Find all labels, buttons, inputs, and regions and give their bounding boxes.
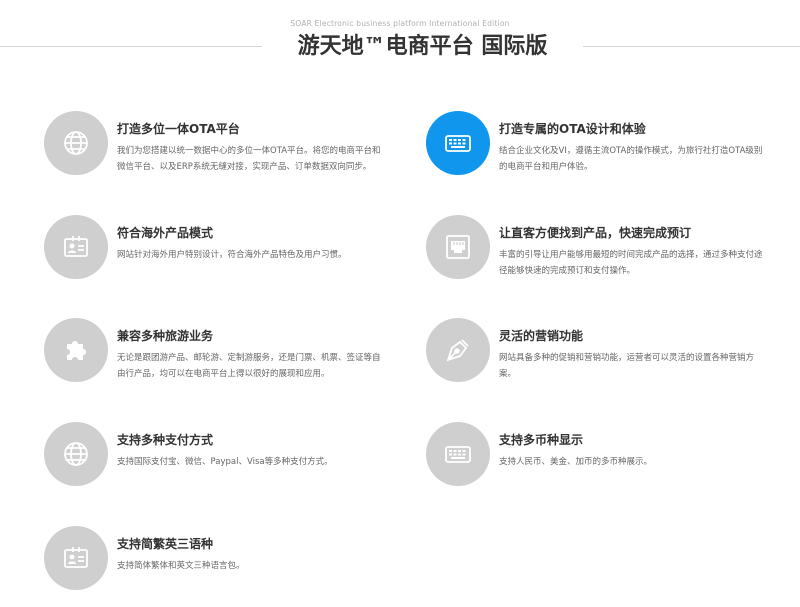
feature-title: 支持多币种显示 [499,433,584,447]
feature-title: 符合海外产品模式 [117,226,214,240]
ethernet-port-icon [426,215,490,279]
feature-desc: 我们为您搭建以统一数据中心的多位一体OTA平台。将您的电商平台和微信平台、以及E… [117,146,381,172]
feature-desc: 支持简体繁体和英文三种语言包。 [117,561,245,571]
feature-desc: 支持人民币、美金、加币的多币种展示。 [499,457,653,467]
globe-icon [44,422,108,486]
feature-title: 打造专属的OTA设计和体验 [499,122,646,136]
id-card-icon [44,526,108,590]
feature-title: 兼容多种旅游业务 [117,329,214,343]
header-title-row: 游天地™电商平台 国际版 [0,34,800,64]
feature-title: 打造多位一体OTA平台 [117,122,240,136]
keyboard-icon [426,111,490,175]
title-divider-right [583,46,800,47]
id-card-icon [44,215,108,279]
pen-nib-icon [426,318,490,382]
feature-title: 支持多种支付方式 [117,433,214,447]
title-divider-left [0,46,262,47]
feature-desc: 结合企业文化及VI，遵循主流OTA的操作模式，为旅行社打造OTA级别的电商平台和… [499,146,763,172]
feature-desc: 无论是跟团游产品、邮轮游、定制游服务，还是门票、机票、签证等自由行产品，均可以在… [117,353,381,379]
feature-desc: 网站针对海外用户特别设计，符合海外产品特色及用户习惯。 [117,250,347,260]
puzzle-icon [44,318,108,382]
feature-title: 支持简繁英三语种 [117,537,214,551]
globe-icon [44,111,108,175]
feature-title: 灵活的营销功能 [499,329,584,343]
header-subtitle: SOAR Electronic business platform Intern… [290,19,510,28]
page-title: 游天地™电商平台 国际版 [297,34,548,59]
keyboard-icon [426,422,490,486]
feature-title: 让直客方便找到产品，快速完成预订 [499,226,692,240]
feature-desc: 支持国际支付宝、微信、Paypal、Visa等多种支付方式。 [117,457,333,467]
feature-desc: 丰富的引导让用户能够用最短的时间完成产品的选择，通过多种支付途径能够快速的完成预… [499,250,763,276]
feature-desc: 网站具备多种的促销和营销功能，运营者可以灵活的设置各种营销方案。 [499,353,755,379]
